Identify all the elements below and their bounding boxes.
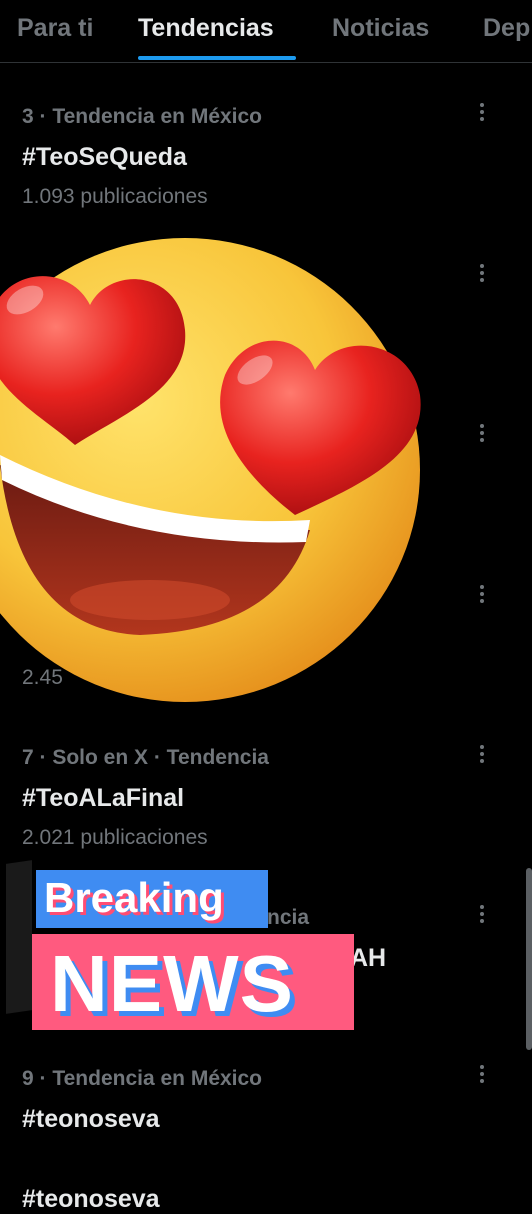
more-options-icon[interactable] — [480, 905, 488, 926]
sticker-shadow — [6, 860, 32, 1014]
active-tab-indicator — [138, 56, 296, 60]
trend-meta: 3 · Tendencia en México — [22, 105, 263, 128]
trend-count: 2.021 publicaciones — [22, 826, 208, 849]
tab-deportes[interactable]: Dep — [483, 14, 530, 43]
more-options-icon[interactable] — [480, 424, 488, 445]
breaking-news-sticker: Breaking NEWS — [6, 856, 366, 1036]
more-options-icon[interactable] — [480, 103, 488, 124]
breaking-label: Breaking — [44, 874, 224, 921]
trend-meta: 7 · Solo en X · Tendencia — [22, 746, 269, 769]
trend-name: #teonoseva — [22, 1105, 160, 1133]
more-options-icon[interactable] — [480, 1065, 488, 1086]
trend-name: #TeoSeQueda — [22, 143, 187, 171]
heart-eyes-emoji-icon — [0, 238, 421, 702]
trends-tab-bar: Para ti Tendencias Noticias Dep — [0, 0, 532, 63]
tab-para-ti[interactable]: Para ti — [17, 14, 93, 43]
more-options-icon[interactable] — [480, 264, 488, 285]
trend-count: 1.093 publicaciones — [22, 185, 208, 208]
tab-noticias[interactable]: Noticias — [332, 14, 429, 43]
more-options-icon[interactable] — [480, 745, 488, 766]
tab-tendencias[interactable]: Tendencias — [138, 14, 274, 43]
scrollbar[interactable] — [526, 868, 532, 1050]
trend-meta: 9 · Tendencia en México — [22, 1067, 263, 1090]
trend-name: #TeoALaFinal — [22, 784, 185, 812]
news-label: NEWS — [50, 939, 294, 1028]
more-options-icon[interactable] — [480, 585, 488, 606]
